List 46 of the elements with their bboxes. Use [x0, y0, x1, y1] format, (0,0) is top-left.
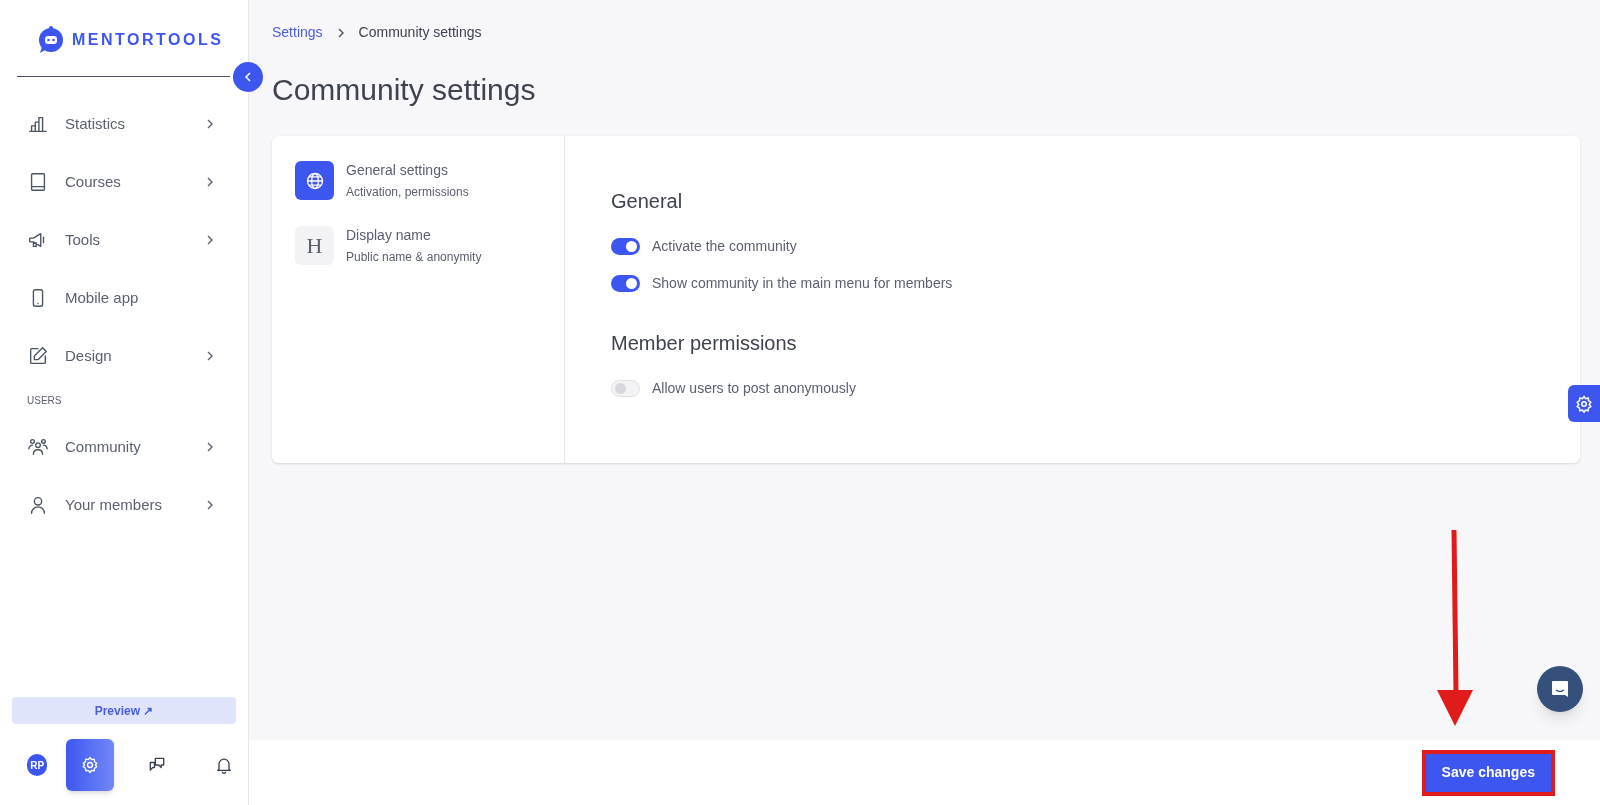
nav-item[interactable]: Courses [0, 153, 248, 211]
chevron-icon [205, 350, 215, 362]
toggle-switch[interactable] [611, 238, 640, 255]
settings-nav-item[interactable]: General settings Activation, permissions [295, 160, 564, 201]
nav-item[interactable]: Community [0, 418, 248, 476]
breadcrumb-item: Community settings [358, 23, 482, 42]
nav-item[interactable]: Tools [0, 211, 248, 269]
section-title: General [611, 189, 684, 214]
nav-item[interactable]: Your members [0, 476, 248, 534]
chevron-icon [205, 499, 215, 511]
brand-name: MENTORTOOLS [72, 30, 224, 50]
avatar[interactable]: RP [27, 754, 48, 776]
settings-nav-item[interactable]: H Display name Public name & anonymity [295, 225, 564, 266]
settings-icon[interactable] [66, 739, 115, 791]
nav-item[interactable]: Mobile app [0, 269, 248, 327]
toggle-switch[interactable] [611, 380, 640, 397]
nav-subtitle: Activation, permissions [346, 184, 469, 201]
section-title: Member permissions [611, 331, 798, 356]
chevron-icon [336, 26, 345, 39]
chevron-icon [205, 118, 215, 130]
people-icon [27, 436, 49, 458]
toggle-label: Show community in the main menu for members [652, 274, 953, 293]
toggle-switch[interactable] [611, 275, 640, 292]
globe-icon [295, 161, 334, 200]
nav-subtitle: Public name & anonymity [346, 249, 482, 266]
chevron-icon [205, 176, 215, 188]
nav-item[interactable]: Statistics [0, 95, 248, 153]
breadcrumb-item[interactable]: Settings [272, 22, 323, 43]
preview-button[interactable]: Preview ↗ [12, 697, 236, 724]
nav-title: General settings [346, 161, 449, 180]
toggle-label: Allow users to post anonymously [652, 379, 856, 398]
settings-icon[interactable] [1568, 385, 1600, 422]
chat-icon[interactable] [1537, 666, 1583, 712]
heading-icon: H [295, 226, 334, 265]
logo-icon [36, 25, 66, 55]
nav-title: Display name [346, 226, 432, 245]
save-button[interactable]: Save changes [1425, 753, 1551, 792]
nav-item[interactable]: Design [0, 327, 248, 385]
chevron-icon [242, 71, 254, 83]
chevron-icon [205, 441, 215, 453]
pencil-icon [27, 345, 49, 367]
collapse-button[interactable] [233, 62, 263, 92]
section-label: USERS [26, 394, 63, 408]
toggle-label: Activate the community [652, 237, 797, 256]
page-title: Community settings [272, 72, 537, 108]
chevron-icon [205, 234, 215, 246]
